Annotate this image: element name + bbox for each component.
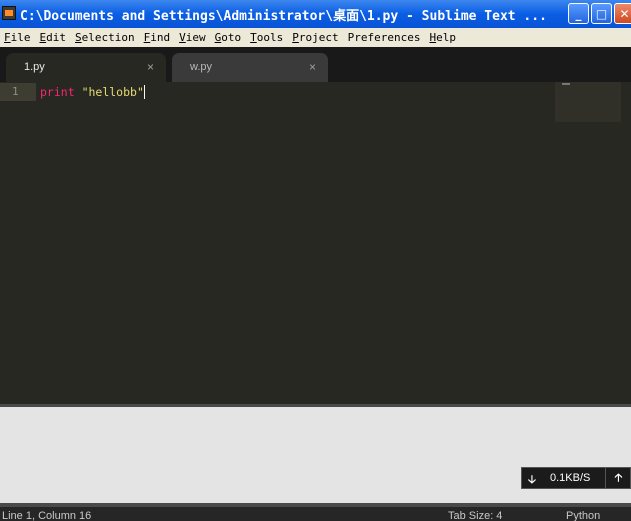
line-number: 1: [12, 85, 19, 98]
upload-arrow-icon[interactable]: 🡡: [605, 468, 631, 488]
menu-find[interactable]: Find: [144, 31, 171, 44]
menu-project[interactable]: Project: [292, 31, 338, 44]
tab-close-icon[interactable]: ×: [147, 60, 154, 74]
maximize-button[interactable]: □: [591, 3, 612, 24]
network-speed-widget[interactable]: 🡣 0.1KB/S 🡡: [521, 467, 631, 489]
tab-label: 1.py: [24, 61, 45, 73]
tab-label: w.py: [190, 61, 213, 73]
sublime-app-icon[interactable]: [2, 6, 16, 20]
title-bar[interactable]: C:\Documents and Settings\Administrator\…: [0, 0, 631, 28]
maximize-icon: □: [595, 6, 608, 21]
tab-size-selector[interactable]: Tab Size: 4: [448, 510, 502, 521]
minimap[interactable]: [555, 82, 621, 122]
status-bar: Line 1, Column 16 Tab Size: 4 Python: [0, 507, 631, 521]
text-cursor: [143, 85, 145, 99]
network-speed: 0.1KB/S: [550, 472, 591, 484]
menu-tools[interactable]: Tools: [250, 31, 283, 44]
keyword-token: print: [40, 85, 75, 99]
minimize-button[interactable]: _: [568, 3, 589, 24]
code-editor[interactable]: 1 print "hellobb": [0, 82, 631, 404]
download-arrow-icon: 🡣: [528, 474, 536, 486]
menu-selection[interactable]: Selection: [75, 31, 135, 44]
tab-strip: 1.py × w.py ×: [0, 47, 631, 82]
code-line[interactable]: print "hellobb": [40, 85, 145, 99]
tab-w-py[interactable]: w.py ×: [172, 53, 328, 82]
string-token: "hellobb": [81, 85, 144, 99]
menu-edit[interactable]: Edit: [40, 31, 67, 44]
close-icon: ✕: [619, 6, 630, 21]
menu-file[interactable]: File: [4, 31, 31, 44]
tab-close-icon[interactable]: ×: [309, 60, 316, 74]
menu-help[interactable]: Help: [429, 31, 456, 44]
menu-bar: File Edit Selection Find View Goto Tools…: [0, 28, 631, 47]
menu-preferences[interactable]: Preferences: [348, 31, 421, 44]
cursor-position: Line 1, Column 16: [2, 510, 92, 521]
window-title: C:\Documents and Settings\Administrator\…: [20, 9, 547, 24]
menu-goto[interactable]: Goto: [215, 31, 242, 44]
minimap-content-mark: [562, 83, 570, 85]
close-button[interactable]: ✕: [614, 3, 631, 24]
menu-view[interactable]: View: [179, 31, 206, 44]
syntax-selector[interactable]: Python: [566, 510, 600, 521]
minimize-icon: _: [575, 6, 582, 21]
tab-1-py[interactable]: 1.py ×: [6, 53, 166, 82]
